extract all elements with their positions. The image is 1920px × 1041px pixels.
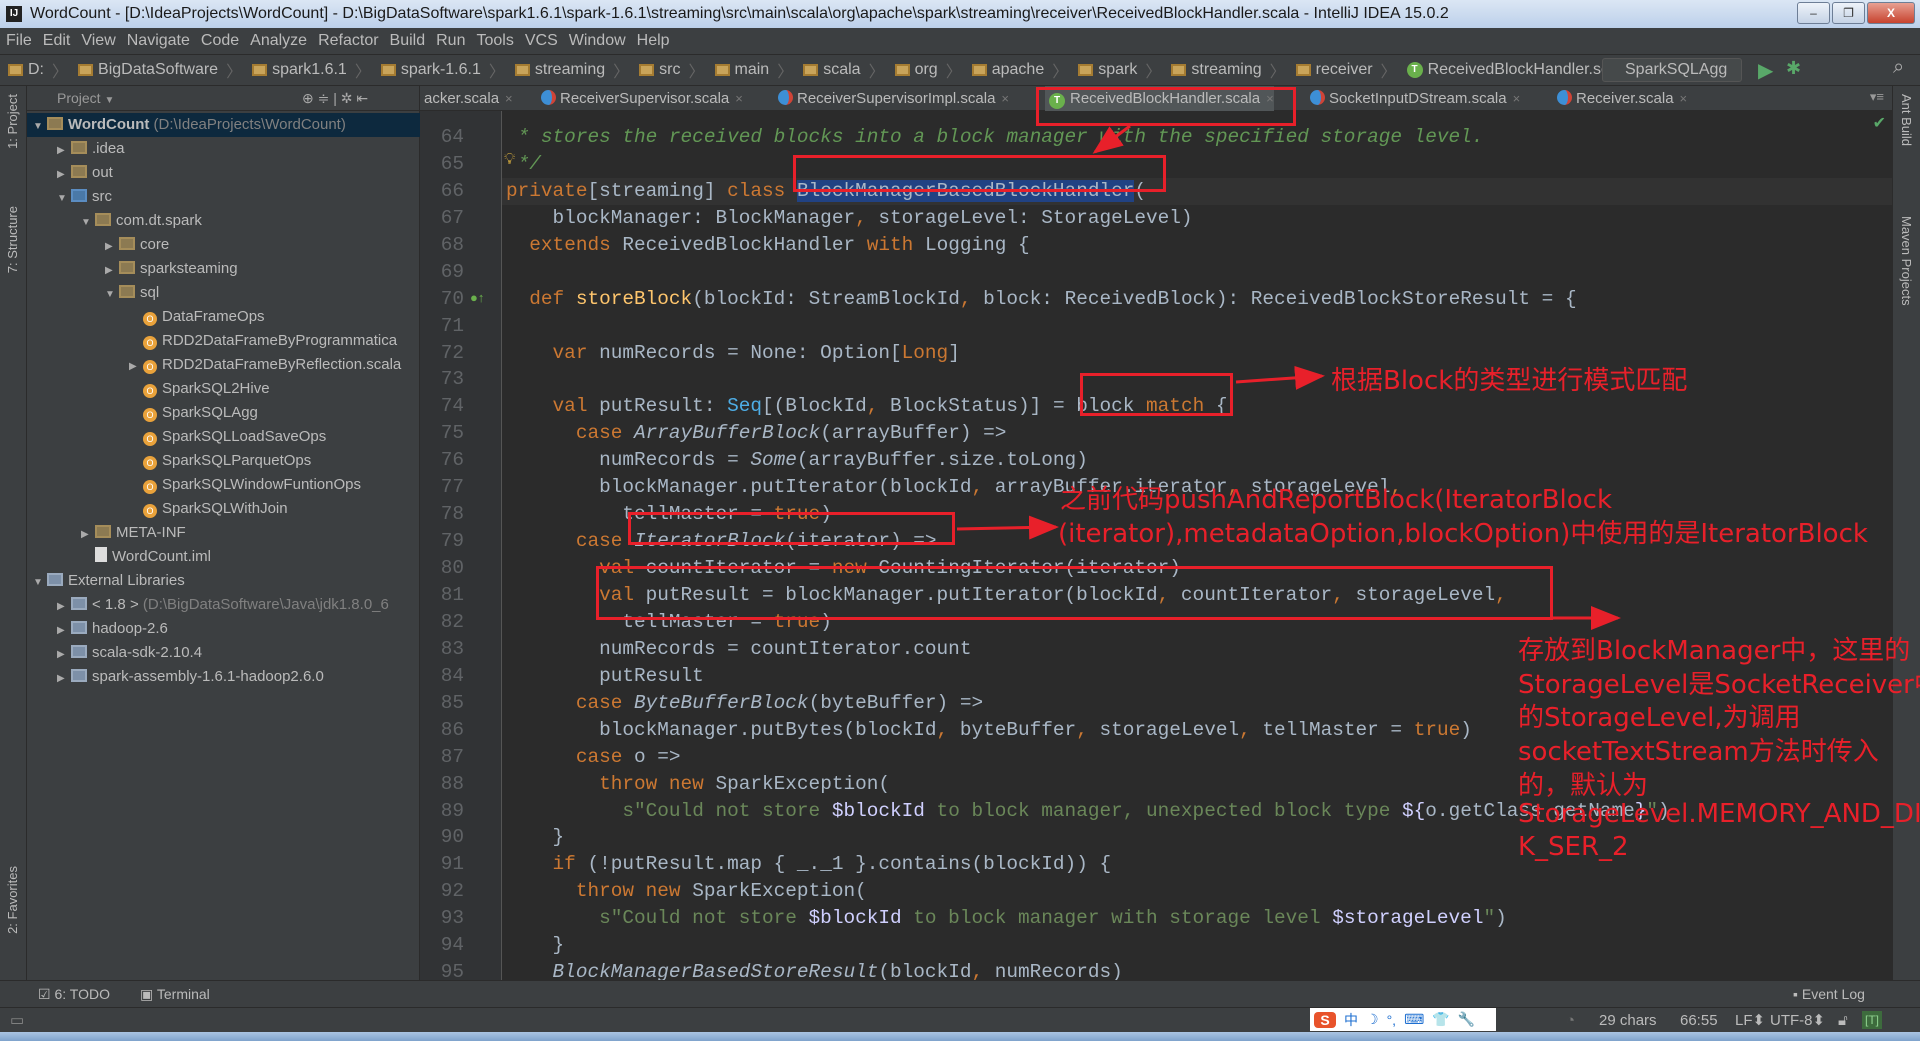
ime-item[interactable]: 👕 — [1432, 1011, 1449, 1028]
todo-label: 6: TODO — [54, 986, 110, 1002]
arrow-iterator — [956, 515, 1059, 540]
annotation-storage-line: K_SER_2 — [1518, 832, 1629, 863]
annotation-storage-line: socketTextStream方法时传入 — [1518, 737, 1879, 768]
event-log-button[interactable]: ▪ Event Log — [1793, 981, 1865, 1008]
status-bar: ▭ ◔ 29 chars 66:55 LF⬍ UTF-8⬍ 🔓︎ [T] — [0, 1007, 1920, 1032]
todo-tool-button[interactable]: ☑ 6: TODO — [38, 981, 110, 1008]
lock-icon[interactable]: 🔓︎ — [1838, 1008, 1848, 1033]
ime-item[interactable]: °, — [1387, 1012, 1397, 1028]
line-separator-label: LF — [1735, 1012, 1753, 1029]
typo-icon[interactable]: [T] — [1862, 1011, 1882, 1029]
terminal-label: Terminal — [156, 986, 210, 1002]
annotation-match: 根据Block的类型进行模式匹配 — [1331, 366, 1688, 396]
annotation-storage-line: 的，默认为 — [1518, 770, 1649, 801]
arrow-tab-to-class — [1092, 124, 1131, 154]
memory-indicator-icon: ◔ — [1566, 1012, 1576, 1029]
caret-position[interactable]: 66:55 — [1680, 1008, 1718, 1033]
taskbar — [0, 1032, 1920, 1041]
event-log-label: Event Log — [1801, 986, 1865, 1002]
annotation-storage-line: StorageLevel.MEMORY_AND_DIS — [1518, 798, 1920, 829]
ime-toolbar[interactable]: S 中 ☽ °, ⌨ 👕 🔧 — [1310, 1008, 1496, 1031]
annotation-iterator-1: 之前代码pushAndReportBlock(IteratorBlock — [1060, 485, 1613, 515]
sogou-logo-icon[interactable]: S — [1314, 1011, 1336, 1028]
selection-chars: 29 chars — [1599, 1012, 1657, 1029]
ime-item[interactable]: ☽ — [1366, 1011, 1379, 1028]
encoding-label: UTF-8 — [1770, 1012, 1813, 1029]
annotation-storage-line: 的StorageLevel,为调用 — [1518, 703, 1801, 734]
annotation-storage-line: 存放到BlockManager中，这里的 — [1518, 636, 1911, 666]
toggle-tool-windows-icon[interactable]: ▭ — [10, 1008, 24, 1033]
ime-item[interactable]: 🔧 — [1458, 1011, 1475, 1028]
annotation-iterator-2: (iterator),metadataOption,blockOption)中使… — [1058, 519, 1868, 549]
line-separator[interactable]: LF⬍ — [1735, 1008, 1765, 1033]
encoding[interactable]: UTF-8⬍ — [1770, 1008, 1825, 1033]
bottom-tool-bar: ☑ 6: TODO ▣ Terminal ▪ Event Log — [0, 980, 1920, 1007]
ime-item[interactable]: 中 — [1344, 1010, 1358, 1030]
terminal-tool-button[interactable]: ▣ Terminal — [140, 981, 210, 1008]
arrow-match — [1235, 365, 1325, 390]
ime-item[interactable]: ⌨ — [1404, 1011, 1424, 1028]
annotation-storage-line: StorageLevel是SocketReceiver中 — [1518, 669, 1920, 700]
